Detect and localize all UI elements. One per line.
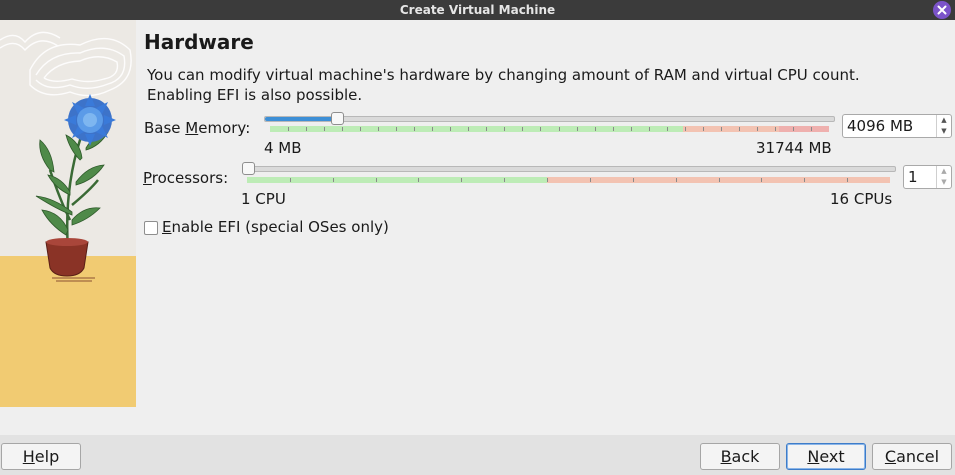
efi-label[interactable]: Enable EFI (special OSes only)	[162, 218, 389, 236]
memory-spinbox[interactable]: 4096 MB ▲ ▼	[842, 114, 952, 138]
button-bar: Help Back Next Cancel	[0, 435, 955, 475]
back-button[interactable]: Back	[700, 443, 780, 470]
processors-slider[interactable]	[244, 166, 896, 172]
memory-max-label: 31744 MB	[756, 139, 832, 157]
page-description: You can modify virtual machine's hardwar…	[147, 66, 860, 104]
efi-checkbox[interactable]	[144, 221, 158, 235]
next-button[interactable]: Next	[786, 443, 866, 470]
arrow-up-icon[interactable]: ▲	[937, 115, 951, 126]
arrow-up-icon[interactable]: ▲	[937, 166, 951, 177]
memory-ticks	[288, 127, 812, 131]
processors-value[interactable]: 1	[904, 168, 936, 186]
page-heading: Hardware	[144, 30, 254, 54]
processors-min-label: 1 CPU	[241, 190, 286, 208]
memory-label: Base Memory:	[144, 119, 251, 137]
memory-slider[interactable]	[264, 116, 835, 122]
memory-slider-fill	[265, 117, 338, 121]
arrow-down-icon[interactable]: ▼	[937, 126, 951, 137]
processors-slider-handle[interactable]	[242, 162, 255, 175]
processors-label: Processors:	[143, 169, 229, 187]
help-button[interactable]: Help	[1, 443, 81, 470]
memory-min-label: 4 MB	[264, 139, 302, 157]
memory-value[interactable]: 4096 MB	[843, 117, 936, 135]
memory-slider-handle[interactable]	[331, 112, 344, 125]
window-title: Create Virtual Machine	[399, 3, 556, 17]
close-button[interactable]	[933, 1, 951, 19]
processors-ticks	[290, 178, 848, 182]
wizard-content: Hardware You can modify virtual machine'…	[0, 20, 955, 435]
processors-spinbox[interactable]: 1 ▲ ▼	[903, 165, 952, 189]
wizard-illustration	[0, 20, 136, 407]
processors-max-label: 16 CPUs	[830, 190, 893, 208]
arrow-down-icon[interactable]: ▼	[937, 177, 951, 188]
close-icon	[937, 5, 947, 15]
cancel-button[interactable]: Cancel	[872, 443, 952, 470]
title-bar: Create Virtual Machine	[0, 0, 955, 20]
